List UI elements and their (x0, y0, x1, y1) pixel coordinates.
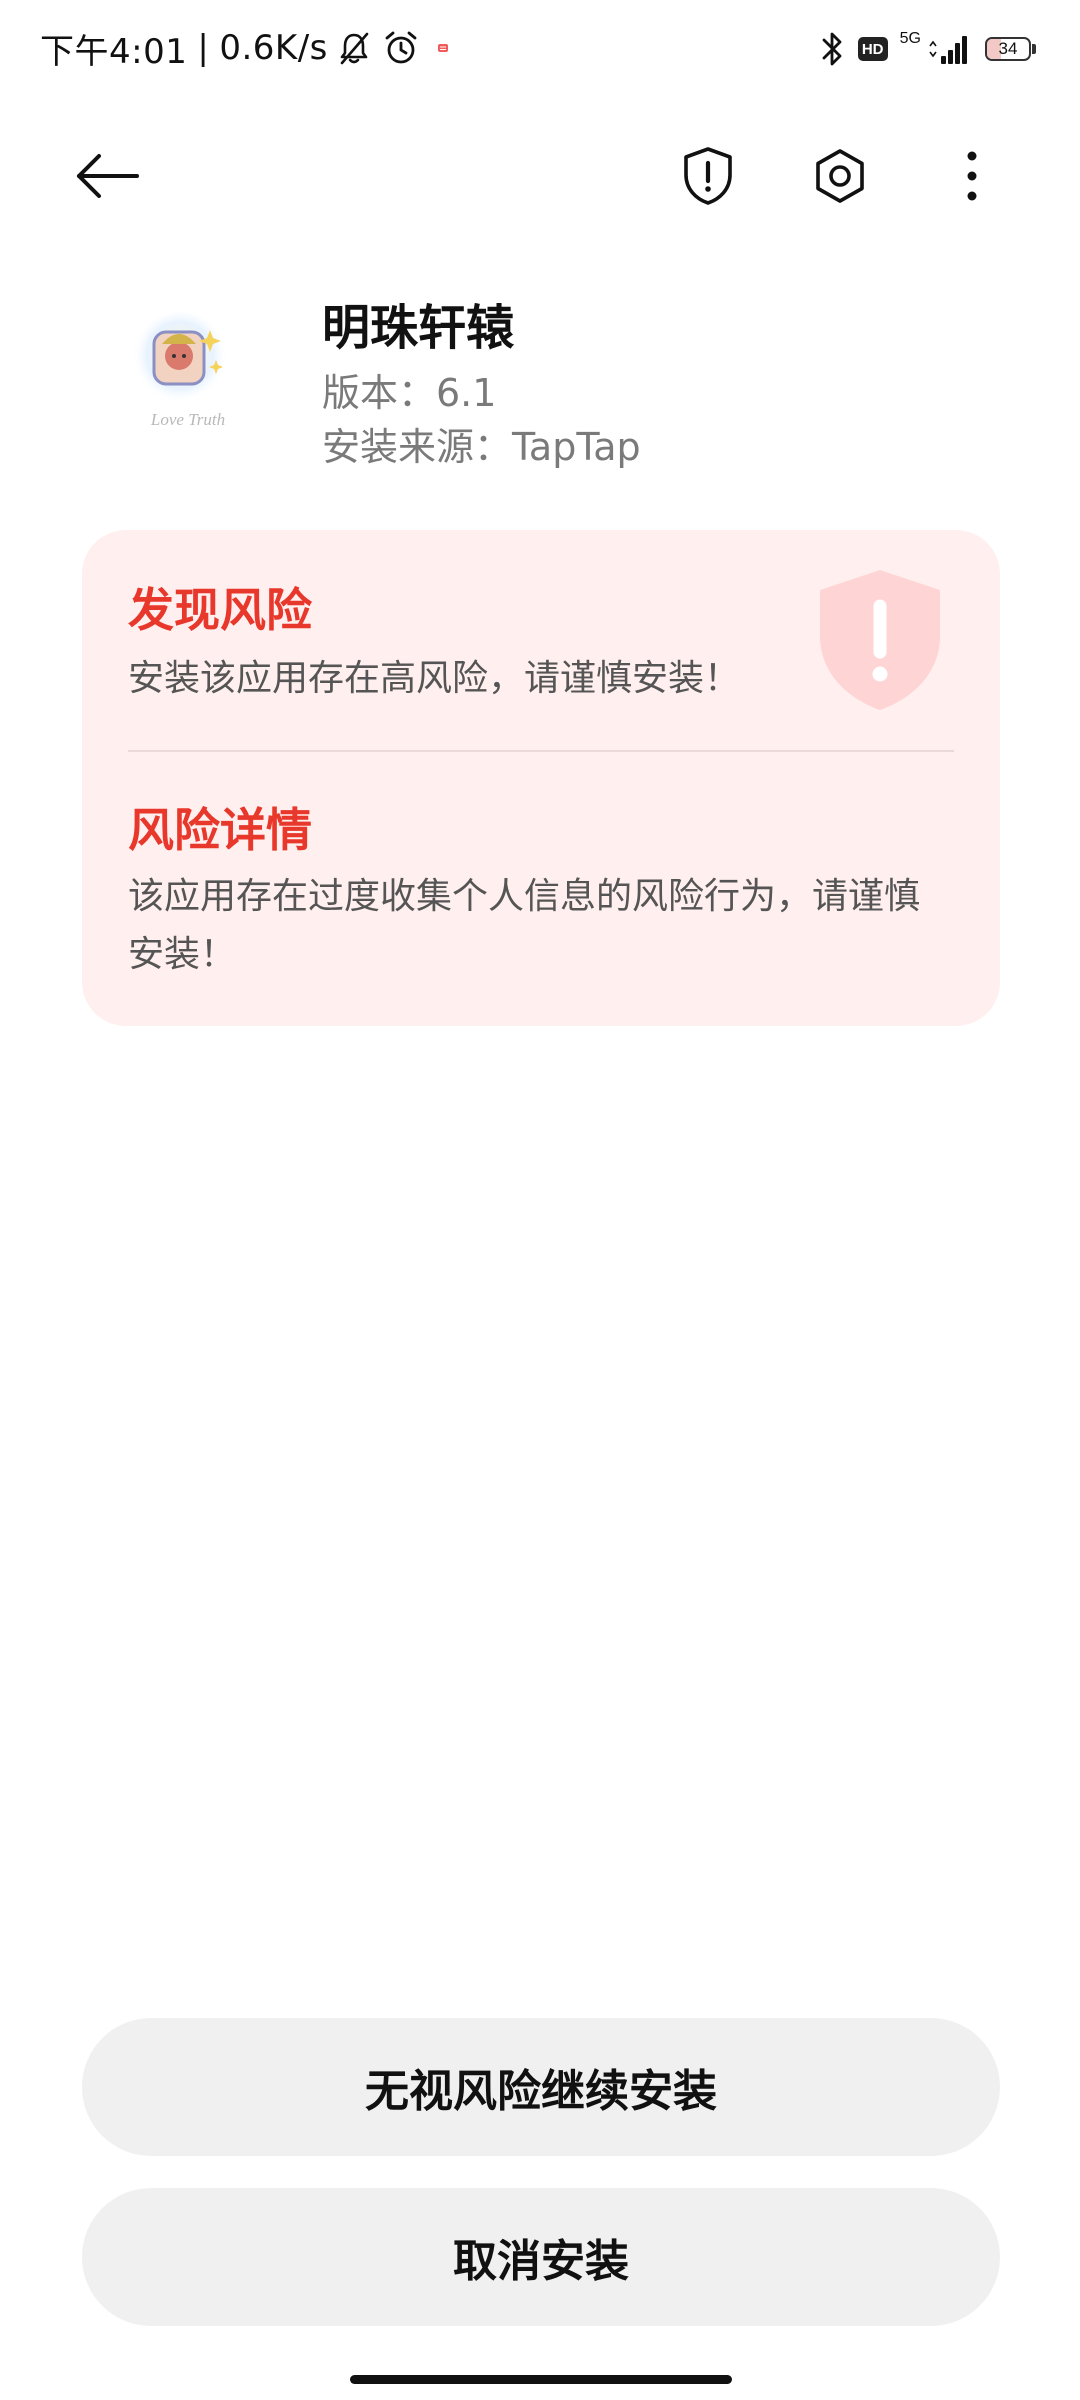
hexagon-settings-icon (816, 149, 864, 203)
shield-alert-icon (684, 147, 732, 205)
notification-dot-icon (436, 41, 450, 55)
risk-title: 发现风险 (128, 583, 312, 637)
app-icon: Love Truth (124, 310, 244, 430)
continue-install-button[interactable]: 无视风险继续安装 (82, 2018, 1000, 2156)
status-time: 下午4:01 (40, 31, 188, 72)
app-header: Love Truth 明珠轩辕 版本：6.1 安装来源：TapTap (0, 270, 1080, 470)
status-left: 下午4:01 | 0.6K/s (40, 24, 450, 72)
hd-badge: HD (857, 37, 888, 61)
battery-cap (1032, 44, 1036, 54)
battery-indicator: 34 (985, 37, 1031, 61)
app-version: 版本：6.1 (322, 371, 497, 415)
back-arrow-icon (77, 154, 139, 198)
battery-level: 34 (998, 39, 1018, 58)
risk-card: 发现风险 安装该应用存在高风险，请谨慎安装！ 风险详情 该应用存在过度收集个人信… (82, 530, 1000, 1026)
risk-description: 安装该应用存在高风险，请谨慎安装！ (128, 658, 741, 699)
status-right: HD 5G 34 (806, 26, 1036, 72)
status-net-speed: 0.6K/s (219, 28, 328, 68)
security-shield-button[interactable] (672, 140, 744, 212)
back-button[interactable] (72, 140, 144, 212)
more-vertical-icon (967, 151, 977, 201)
settings-button[interactable] (804, 140, 876, 212)
status-separator: | (197, 28, 210, 68)
top-bar (0, 120, 1080, 230)
alarm-icon (380, 27, 422, 69)
risk-details-title: 风险详情 (128, 803, 312, 857)
bluetooth-icon (818, 30, 846, 68)
cancel-install-button[interactable]: 取消安装 (82, 2188, 1000, 2326)
app-name: 明珠轩辕 (322, 300, 515, 356)
more-options-button[interactable] (936, 140, 1008, 212)
signal-icon (927, 32, 973, 66)
bell-muted-icon (334, 28, 374, 68)
status-bar: 下午4:01 | 0.6K/s HD 5G 34 (0, 0, 1080, 96)
install-risk-screen: 下午4:01 | 0.6K/s HD 5G 34 Love Truth 明珠轩辕… (0, 0, 1080, 2400)
risk-divider (128, 750, 954, 752)
risk-details-description: 该应用存在过度收集个人信息的风险行为，请谨慎安装！ (128, 876, 921, 975)
network-type-label: 5G (899, 30, 921, 47)
home-indicator[interactable] (350, 2375, 732, 2384)
install-source: 安装来源：TapTap (322, 425, 641, 469)
app-icon-watermark: Love Truth (150, 410, 226, 429)
